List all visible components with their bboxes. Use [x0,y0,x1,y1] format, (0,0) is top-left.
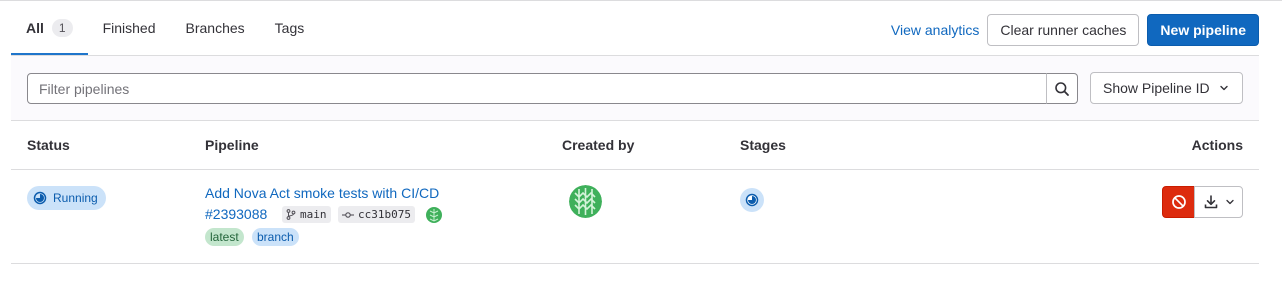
new-pipeline-button[interactable]: New pipeline [1147,14,1259,46]
tab-tags-label: Tags [274,20,305,36]
show-pipeline-id-dropdown[interactable]: Show Pipeline ID [1090,72,1243,104]
identicon-avatar-icon [569,185,602,218]
pipeline-id-link[interactable]: #2393088 [205,206,267,222]
cancel-pipeline-button[interactable] [1162,186,1195,218]
commit-sha: cc31b075 [358,208,411,221]
tab-branches-label: Branches [185,20,245,36]
chevron-down-icon [1225,199,1234,205]
pipeline-title-link[interactable]: Add Nova Act smoke tests with CI/CD [205,185,439,201]
filter-placeholder: Filter pipelines [39,80,130,97]
tab-branches[interactable]: Branches [171,1,260,55]
tab-finished[interactable]: Finished [88,1,171,55]
tab-tags[interactable]: Tags [260,1,320,55]
header-created-by: Created by [562,137,635,153]
pipeline-tabs: All 1 Finished Branches Tags [11,1,319,55]
tab-all-label: All [26,20,44,36]
row-divider [11,263,1259,264]
pipeline-id-dropdown-label: Show Pipeline ID [1103,80,1210,96]
tab-all[interactable]: All 1 [11,1,88,55]
tag-branch: branch [252,228,299,246]
search-button[interactable] [1046,73,1078,104]
tab-all-count: 1 [51,19,73,37]
stage-running-icon [745,193,759,207]
clear-runner-caches-button[interactable]: Clear runner caches [987,14,1140,46]
commit-icon [342,211,354,218]
header-actions: View analytics Clear runner caches New p… [891,14,1259,46]
avatar[interactable] [569,185,602,218]
status-label: Running [53,191,98,205]
status-running-icon [33,191,47,205]
download-icon [1204,195,1217,209]
header-status: Status [27,137,70,153]
header-pipeline: Pipeline [205,137,259,153]
tag-latest: latest [205,228,244,246]
status-badge[interactable]: Running [27,186,106,210]
tab-finished-label: Finished [102,20,156,36]
cancel-icon [1171,195,1186,209]
branch-icon [286,209,296,220]
user-avatar-small-icon [426,207,442,223]
header-stages: Stages [740,137,786,153]
filter-pipelines-input[interactable]: Filter pipelines [27,73,1047,104]
search-icon [1055,81,1069,96]
header-actions: Actions [1191,137,1243,153]
header-divider [11,169,1259,170]
download-artifacts-dropdown[interactable] [1194,186,1243,218]
commit-ref[interactable]: cc31b075 [338,206,415,223]
chevron-down-icon [1219,85,1228,91]
branch-ref[interactable]: main [282,206,331,223]
branch-name: main [300,208,327,221]
stage-running-button[interactable] [740,188,764,212]
view-analytics-link[interactable]: View analytics [891,14,979,46]
